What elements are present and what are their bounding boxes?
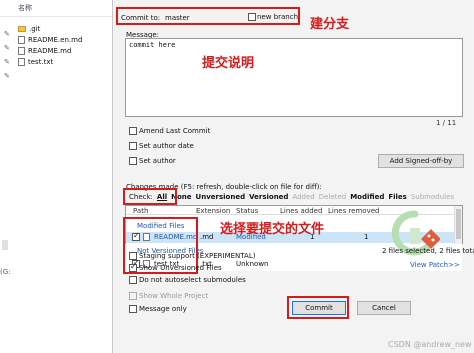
add-signed-off-by-button[interactable]: Add Signed-off-by xyxy=(378,154,464,168)
filter-modified[interactable]: Modified xyxy=(350,193,384,201)
message-counter: 1 / 11 xyxy=(436,119,457,127)
column-path[interactable]: Path xyxy=(133,207,148,215)
checkbox-icon xyxy=(129,252,137,260)
list-item[interactable]: README.md xyxy=(18,46,71,56)
scroll-marker xyxy=(2,240,8,250)
checkbox-icon xyxy=(129,262,137,272)
checkbox-icon xyxy=(129,127,137,135)
pin-icon: ✎ xyxy=(4,72,10,80)
filter-files[interactable]: Files xyxy=(388,193,407,201)
pin-icon: ✎ xyxy=(4,58,10,66)
file-name: README.md xyxy=(28,47,72,55)
show-whole-project-checkbox[interactable]: Show Whole Project xyxy=(129,292,208,300)
divider xyxy=(0,16,112,17)
message-textarea[interactable]: commit here xyxy=(125,38,463,117)
file-name: .git xyxy=(29,25,41,33)
no-autoselect-label: Do not autoselect submodules xyxy=(139,276,246,284)
file-name: test.txt xyxy=(28,58,54,66)
set-author-date-label: Set author date xyxy=(139,142,194,150)
scrollbar-thumb[interactable] xyxy=(456,209,461,239)
amend-checkbox[interactable]: Amend Last Commit xyxy=(129,127,210,135)
filter-unversioned[interactable]: Unversioned xyxy=(196,193,246,201)
filter-versioned[interactable]: Versioned xyxy=(249,193,288,201)
view-patch-link[interactable]: View Patch>> xyxy=(410,261,460,269)
row-status: Unknown xyxy=(236,260,269,268)
list-item[interactable]: README.en.md xyxy=(18,35,82,45)
cancel-button[interactable]: Cancel xyxy=(357,301,411,315)
file-explorer: 名称 ✎ ✎ ✎ ✎ .git README.en.md README.md t… xyxy=(0,0,112,353)
annotation-select-files: 选择要提交的文件 xyxy=(220,222,325,237)
show-unversioned-checkbox[interactable]: Show Unversioned Files xyxy=(129,262,222,272)
annotation-message: 提交说明 xyxy=(202,56,255,71)
staging-support-checkbox[interactable]: Staging support (EXPERIMENTAL) xyxy=(129,252,255,260)
message-only-label: Message only xyxy=(139,305,187,313)
column-header-name: 名称 xyxy=(18,4,32,12)
pin-icon: ✎ xyxy=(4,30,10,38)
filter-deleted[interactable]: Deleted xyxy=(319,193,346,201)
annotation-box-branch xyxy=(116,7,300,25)
column-lines-added[interactable]: Lines added xyxy=(280,207,322,215)
file-icon xyxy=(18,36,25,44)
checkbox-icon xyxy=(129,157,137,165)
set-author-date-checkbox[interactable]: Set author date xyxy=(129,142,194,150)
column-status[interactable]: Status xyxy=(236,207,258,215)
set-author-checkbox[interactable]: Set author xyxy=(129,157,176,165)
column-lines-removed[interactable]: Lines removed xyxy=(328,207,380,215)
show-whole-project-label: Show Whole Project xyxy=(139,292,209,300)
message-text: commit here xyxy=(129,41,176,49)
message-only-checkbox[interactable]: Message only xyxy=(129,305,187,313)
row-lines-removed: 1 xyxy=(364,233,369,241)
folder-icon xyxy=(18,26,26,32)
show-unversioned-label: Show Unversioned Files xyxy=(139,264,222,272)
file-icon xyxy=(18,47,25,55)
annotation-box-check xyxy=(123,188,177,205)
checkbox-icon xyxy=(129,305,137,313)
checkbox-icon xyxy=(129,292,137,300)
set-author-label: Set author xyxy=(139,157,176,165)
filter-added[interactable]: Added xyxy=(292,193,314,201)
filter-submodules[interactable]: Submodules xyxy=(411,193,454,201)
drive-label: (G: xyxy=(0,268,11,276)
column-extension[interactable]: Extension xyxy=(196,207,230,215)
amend-label: Amend Last Commit xyxy=(139,127,211,135)
watermark: CSDN @andrew_new xyxy=(388,340,472,349)
staging-label: Staging support (EXPERIMENTAL) xyxy=(139,252,256,260)
annotation-new-branch: 建分支 xyxy=(310,17,350,32)
list-item-git[interactable]: .git xyxy=(18,24,40,34)
file-name: README.en.md xyxy=(28,36,83,44)
row-extension: .md xyxy=(200,233,214,241)
pin-icon: ✎ xyxy=(4,44,10,52)
checkbox-icon xyxy=(129,142,137,150)
list-item[interactable]: test.txt xyxy=(18,57,53,67)
file-icon xyxy=(18,58,25,66)
checkbox-icon xyxy=(129,276,137,284)
file-list-scrollbar[interactable] xyxy=(454,206,462,244)
files-summary: 2 files selected, 2 files total xyxy=(382,247,474,255)
annotation-box-commit xyxy=(287,296,349,319)
no-autoselect-checkbox[interactable]: Do not autoselect submodules xyxy=(129,276,246,284)
